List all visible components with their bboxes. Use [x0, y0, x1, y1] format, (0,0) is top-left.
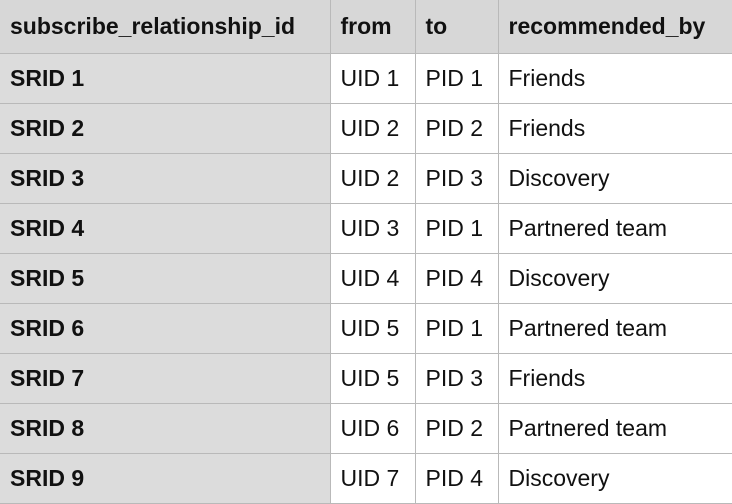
table-cell-to[interactable]: PID 1	[414, 202, 499, 254]
data-table-view: subscribe_relationship_id from to recomm…	[0, 0, 732, 504]
row-header-cell[interactable]: SRID 4	[0, 202, 331, 254]
table-cell-to[interactable]: PID 4	[414, 252, 499, 304]
table-cell-recommended-by[interactable]: Friends	[497, 102, 732, 154]
table-cell-from[interactable]: UID 6	[329, 402, 416, 454]
column-header-to[interactable]: to	[414, 0, 499, 54]
table-cell-recommended-by[interactable]: Discovery	[497, 152, 732, 204]
row-header-cell[interactable]: SRID 3	[0, 152, 331, 204]
table-cell-to[interactable]: PID 1	[414, 302, 499, 354]
table-cell-recommended-by[interactable]: Partnered team	[497, 402, 732, 454]
table-row: SRID 6 UID 5 PID 1 Partnered team	[0, 302, 732, 354]
table-row: SRID 3 UID 2 PID 3 Discovery	[0, 152, 732, 204]
column-header-subscribe-relationship-id[interactable]: subscribe_relationship_id	[0, 0, 331, 54]
data-table: subscribe_relationship_id from to recomm…	[0, 0, 732, 504]
table-cell-from[interactable]: UID 5	[329, 302, 416, 354]
row-header-cell[interactable]: SRID 6	[0, 302, 331, 354]
table-row: SRID 8 UID 6 PID 2 Partnered team	[0, 402, 732, 454]
table-cell-from[interactable]: UID 1	[329, 52, 416, 104]
table-cell-from[interactable]: UID 5	[329, 352, 416, 404]
table-cell-from[interactable]: UID 2	[329, 152, 416, 204]
header-row: subscribe_relationship_id from to recomm…	[0, 0, 732, 54]
table-cell-from[interactable]: UID 3	[329, 202, 416, 254]
row-header-cell[interactable]: SRID 2	[0, 102, 331, 154]
column-header-from[interactable]: from	[329, 0, 416, 54]
table-cell-to[interactable]: PID 4	[414, 452, 499, 504]
row-header-cell[interactable]: SRID 9	[0, 452, 331, 504]
table-row: SRID 5 UID 4 PID 4 Discovery	[0, 252, 732, 304]
table-row: SRID 7 UID 5 PID 3 Friends	[0, 352, 732, 404]
column-header-recommended-by[interactable]: recommended_by	[497, 0, 732, 54]
table-cell-from[interactable]: UID 2	[329, 102, 416, 154]
table-cell-to[interactable]: PID 3	[414, 152, 499, 204]
table-cell-recommended-by[interactable]: Friends	[497, 52, 732, 104]
row-header-cell[interactable]: SRID 7	[0, 352, 331, 404]
table-cell-from[interactable]: UID 4	[329, 252, 416, 304]
table-cell-to[interactable]: PID 2	[414, 102, 499, 154]
table-cell-from[interactable]: UID 7	[329, 452, 416, 504]
row-header-cell[interactable]: SRID 5	[0, 252, 331, 304]
table-row: SRID 1 UID 1 PID 1 Friends	[0, 52, 732, 104]
table-cell-to[interactable]: PID 3	[414, 352, 499, 404]
table-cell-recommended-by[interactable]: Partnered team	[497, 302, 732, 354]
table-cell-recommended-by[interactable]: Discovery	[497, 252, 732, 304]
table-row: SRID 4 UID 3 PID 1 Partnered team	[0, 202, 732, 254]
row-header-cell[interactable]: SRID 8	[0, 402, 331, 454]
table-cell-recommended-by[interactable]: Partnered team	[497, 202, 732, 254]
table-cell-recommended-by[interactable]: Friends	[497, 352, 732, 404]
table-cell-recommended-by[interactable]: Discovery	[497, 452, 732, 504]
table-row: SRID 9 UID 7 PID 4 Discovery	[0, 452, 732, 504]
table-row: SRID 2 UID 2 PID 2 Friends	[0, 102, 732, 154]
table-cell-to[interactable]: PID 1	[414, 52, 499, 104]
row-header-cell[interactable]: SRID 1	[0, 52, 331, 104]
table-cell-to[interactable]: PID 2	[414, 402, 499, 454]
